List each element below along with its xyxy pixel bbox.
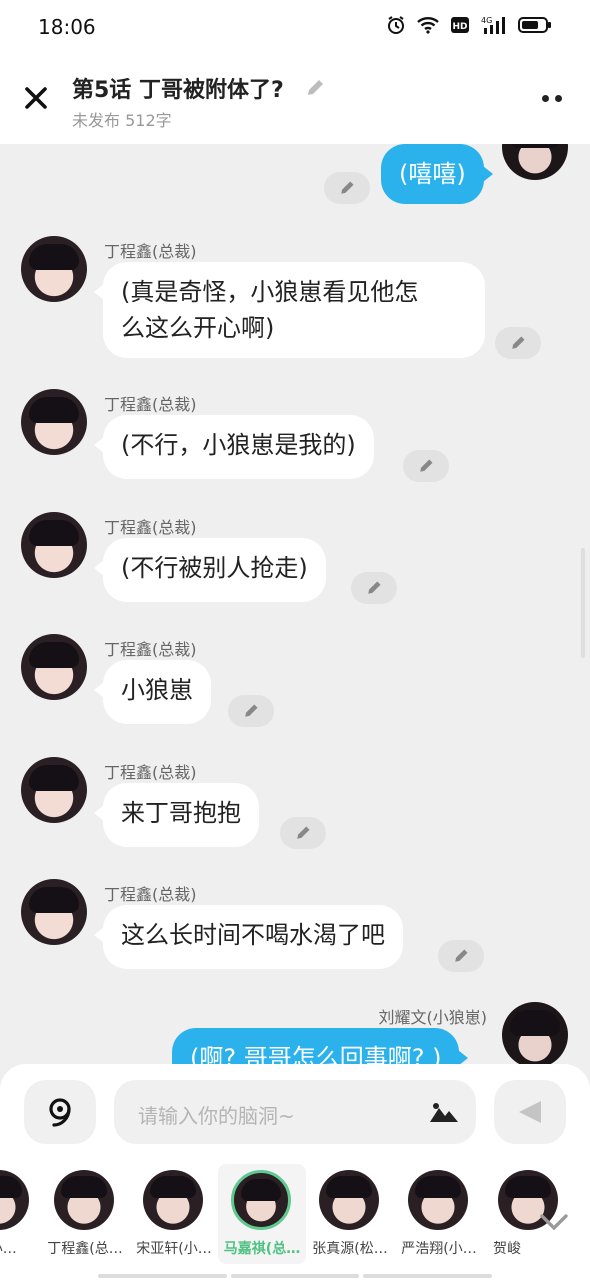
character-avatar <box>54 1170 114 1230</box>
pencil-icon <box>341 181 354 194</box>
character-label: 严浩翔(小… <box>401 1241 477 1257</box>
sender-name: 丁程鑫(总裁) <box>104 518 197 537</box>
message-bubble[interactable]: 来丁哥抱抱 <box>94 783 259 847</box>
hd-icon: HD <box>450 14 470 36</box>
battery-icon <box>518 14 552 36</box>
message-bubble[interactable]: (不行，小狼崽是我的) <box>94 415 374 479</box>
collapse-button[interactable] <box>536 1210 572 1234</box>
pencil-icon <box>512 336 525 349</box>
image-button[interactable] <box>428 1098 460 1126</box>
pencil-icon <box>245 704 258 717</box>
page-subtitle: 未发布 512字 <box>72 111 172 130</box>
edit-message-button[interactable] <box>438 940 484 972</box>
pencil-icon <box>420 459 433 472</box>
chat-area[interactable]: (嘻嘻) 丁程鑫(总裁) (真是奇怪，小狼崽看见他怎 么这么开心啊) 丁程鑫(总… <box>0 144 590 1064</box>
voice-button[interactable] <box>24 1080 96 1144</box>
avatar[interactable] <box>21 757 87 823</box>
character-selector[interactable]: (小… 丁程鑫(总… 宋亚轩(小… 马嘉祺(总… 张真源(松… 严浩翔(小… 贺… <box>0 1164 590 1264</box>
edit-message-button[interactable] <box>403 450 449 482</box>
message-bubble[interactable]: (啊? 哥哥怎么回事啊? ) <box>172 1028 469 1064</box>
sender-name: 丁程鑫(总裁) <box>104 395 197 414</box>
character-item[interactable]: 贺峻 <box>484 1164 558 1264</box>
page-indicator-bar <box>98 1274 227 1278</box>
status-bar: 18:06 HD 4G <box>0 0 590 52</box>
avatar[interactable] <box>21 512 87 578</box>
avatar[interactable] <box>21 634 87 700</box>
send-button[interactable] <box>494 1080 566 1144</box>
wifi-icon <box>416 14 440 36</box>
message-line: (真是奇怪，小狼崽看见他怎 <box>121 278 419 306</box>
character-avatar <box>319 1170 379 1230</box>
avatar[interactable] <box>502 1002 568 1064</box>
pencil-icon <box>455 949 468 962</box>
message-bubble[interactable]: (真是奇怪，小狼崽看见他怎 么这么开心啊) <box>94 262 485 358</box>
character-label: (小… <box>0 1241 17 1257</box>
character-label: 马嘉祺(总… <box>223 1241 301 1257</box>
character-item[interactable]: (小… <box>0 1164 44 1264</box>
edit-message-button[interactable] <box>495 327 541 359</box>
sender-name: 丁程鑫(总裁) <box>104 242 197 261</box>
avatar[interactable] <box>21 879 87 945</box>
input-panel: 请输入你的脑洞~ (小… 丁程鑫(总… 宋亚轩(小… 马嘉祺(总… 张真源(松… <box>0 1064 590 1280</box>
close-icon <box>25 87 47 109</box>
character-avatar <box>231 1170 291 1230</box>
page-title: 第5话 丁哥被附体了? <box>72 78 284 103</box>
image-icon <box>430 1103 458 1122</box>
edit-title-button[interactable] <box>302 75 328 101</box>
scroll-indicator[interactable] <box>581 548 585 658</box>
edit-message-button[interactable] <box>324 172 370 204</box>
chevron-down-icon <box>540 1214 568 1231</box>
pencil-icon <box>297 826 310 839</box>
page-indicator-bar <box>363 1274 493 1278</box>
message-bubble[interactable]: 这么长时间不喝水渴了吧 <box>94 905 403 969</box>
avatar[interactable] <box>21 389 87 455</box>
sender-name: 丁程鑫(总裁) <box>104 640 197 659</box>
edit-message-button[interactable] <box>280 817 326 849</box>
signal-4g-icon: 4G <box>480 14 508 36</box>
input-placeholder: 请输入你的脑洞~ <box>138 1104 295 1128</box>
message-line: 么这么开心啊) <box>121 314 275 342</box>
more-button[interactable] <box>536 88 568 108</box>
send-icon <box>519 1101 541 1123</box>
sender-name: 丁程鑫(总裁) <box>104 885 197 904</box>
message-bubble[interactable]: (不行被别人抢走) <box>94 538 326 602</box>
character-item[interactable]: 宋亚轩(小… <box>130 1164 218 1264</box>
pencil-icon <box>368 581 381 594</box>
title-row: 第5话 丁哥被附体了? <box>72 72 328 104</box>
hd-label: HD <box>452 22 467 32</box>
message-bubble[interactable]: (嘻嘻) <box>381 144 493 204</box>
close-button[interactable] <box>20 82 52 114</box>
voice-icon <box>49 1098 71 1127</box>
character-avatar <box>408 1170 468 1230</box>
character-avatar <box>0 1170 29 1230</box>
story-input[interactable]: 请输入你的脑洞~ <box>114 1080 476 1144</box>
sender-name: 刘耀文(小狼崽) <box>378 1008 488 1027</box>
edit-message-button[interactable] <box>228 695 274 727</box>
message-bubble[interactable]: 小狼崽 <box>94 660 211 724</box>
character-item[interactable]: 张真源(松… <box>306 1164 394 1264</box>
network-label: 4G <box>481 16 492 25</box>
alarm-icon <box>386 14 406 36</box>
character-label: 贺峻 <box>493 1241 521 1257</box>
status-time: 18:06 <box>38 15 96 39</box>
character-item-selected[interactable]: 马嘉祺(总… <box>218 1164 306 1264</box>
character-item[interactable]: 严浩翔(小… <box>395 1164 483 1264</box>
header: 第5话 丁哥被附体了? 未发布 512字 <box>0 52 590 144</box>
character-label: 丁程鑫(总… <box>47 1241 123 1257</box>
page-indicator-bar <box>230 1274 360 1278</box>
edit-message-button[interactable] <box>351 572 397 604</box>
character-avatar <box>143 1170 203 1230</box>
more-dot-icon <box>542 94 549 102</box>
character-item[interactable]: 丁程鑫(总… <box>41 1164 129 1264</box>
character-label: 张真源(松… <box>312 1241 388 1257</box>
avatar[interactable] <box>21 236 87 302</box>
more-dot-icon <box>555 94 562 102</box>
avatar[interactable] <box>502 144 568 180</box>
character-label: 宋亚轩(小… <box>136 1241 212 1257</box>
page-indicator <box>98 1274 493 1280</box>
status-icons: HD 4G <box>386 14 552 36</box>
sender-name: 丁程鑫(总裁) <box>104 763 197 782</box>
pencil-icon <box>307 80 323 95</box>
